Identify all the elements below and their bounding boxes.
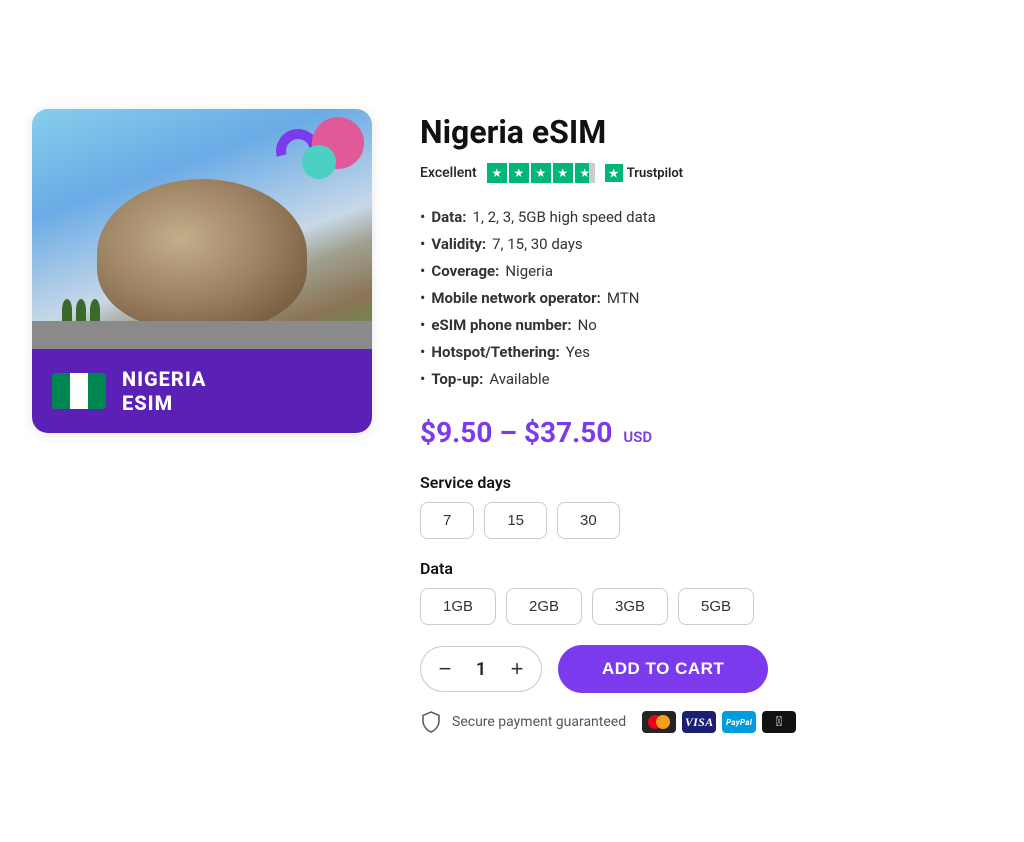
features-list: Data: 1, 2, 3, 5GB high speed data Valid… [420, 203, 992, 392]
flag-banner: NIGERIA ESIM [32, 349, 372, 433]
road-decoration [32, 321, 372, 349]
feature-operator-key: Mobile network operator: [431, 289, 600, 307]
quantity-decrease-button[interactable]: − [425, 647, 465, 691]
price-currency: USD [623, 428, 652, 446]
mastercard-icon [642, 711, 676, 733]
data-label: Data [420, 559, 992, 578]
feature-validity-val: 7, 15, 30 days [492, 235, 583, 253]
feature-topup-key: Top-up: [431, 370, 483, 388]
service-day-15[interactable]: 15 [484, 502, 547, 539]
trustpilot-star-icon: ★ [605, 164, 623, 182]
feature-phone-number: eSIM phone number: No [420, 311, 992, 338]
product-container: NIGERIA ESIM Nigeria eSIM Excellent ★ ★ … [32, 109, 992, 733]
deco-circle-teal [302, 145, 336, 179]
trustpilot-row: Excellent ★ ★ ★ ★ ★ ★ Trustpilot [420, 163, 992, 183]
apple-pay-icon:  [762, 711, 796, 733]
feature-validity-key: Validity: [431, 235, 486, 253]
feature-coverage-key: Coverage: [431, 262, 499, 280]
product-photo [32, 109, 372, 349]
data-1gb[interactable]: 1GB [420, 588, 496, 625]
flag-stripe-right [88, 373, 106, 409]
feature-hotspot: Hotspot/Tethering: Yes [420, 338, 992, 365]
feature-hotspot-val: Yes [566, 343, 590, 361]
rock-decoration [97, 179, 307, 329]
service-days-label: Service days [420, 473, 992, 492]
flag-stripe-left [52, 373, 70, 409]
price-row: $9.50 – $37.50 USD [420, 416, 992, 449]
flag-stripe-center [70, 373, 88, 409]
product-image-wrap: NIGERIA ESIM [32, 109, 372, 433]
quantity-increase-button[interactable]: + [497, 647, 537, 691]
feature-phone-val: No [578, 316, 597, 334]
star-1: ★ [487, 163, 507, 183]
data-5gb[interactable]: 5GB [678, 588, 754, 625]
feature-data-val: 1, 2, 3, 5GB high speed data [473, 208, 656, 226]
service-days-section: Service days 7 15 30 [420, 473, 992, 539]
flag-title-line2: ESIM [122, 391, 206, 415]
service-days-buttons: 7 15 30 [420, 502, 992, 539]
visa-icon: VISA [682, 711, 716, 733]
feature-operator-val: MTN [607, 289, 640, 307]
star-4: ★ [553, 163, 573, 183]
service-day-30[interactable]: 30 [557, 502, 620, 539]
cart-row: − 1 + ADD TO CART [420, 645, 992, 693]
trustpilot-label: Excellent [420, 165, 477, 181]
feature-phone-key: eSIM phone number: [431, 316, 571, 334]
data-section: Data 1GB 2GB 3GB 5GB [420, 559, 992, 625]
feature-validity: Validity: 7, 15, 30 days [420, 230, 992, 257]
payment-icons: VISA PayPal  [642, 711, 796, 733]
price-min: $9.50 [420, 416, 492, 449]
price-separator: – [499, 416, 524, 449]
nigeria-flag [52, 373, 106, 409]
add-to-cart-button[interactable]: ADD TO CART [558, 645, 768, 693]
service-day-7[interactable]: 7 [420, 502, 474, 539]
feature-operator: Mobile network operator: MTN [420, 284, 992, 311]
star-2: ★ [509, 163, 529, 183]
data-2gb[interactable]: 2GB [506, 588, 582, 625]
quantity-value: 1 [465, 659, 497, 680]
feature-hotspot-key: Hotspot/Tethering: [431, 343, 559, 361]
data-buttons: 1GB 2GB 3GB 5GB [420, 588, 992, 625]
feature-topup: Top-up: Available [420, 365, 992, 392]
data-3gb[interactable]: 3GB [592, 588, 668, 625]
trustpilot-platform: Trustpilot [627, 166, 683, 181]
trustpilot-logo: ★ Trustpilot [605, 164, 683, 182]
product-title: Nigeria eSIM [420, 113, 992, 151]
feature-data: Data: 1, 2, 3, 5GB high speed data [420, 203, 992, 230]
feature-topup-val: Available [489, 370, 549, 388]
flag-title-line1: NIGERIA [122, 367, 206, 391]
secure-payment-row: Secure payment guaranteed VISA PayPal  [420, 711, 992, 733]
product-info: Nigeria eSIM Excellent ★ ★ ★ ★ ★ ★ Trust… [420, 109, 992, 733]
flag-title: NIGERIA ESIM [122, 367, 206, 415]
feature-data-key: Data: [431, 208, 466, 226]
price-max: $37.50 [524, 416, 612, 449]
feature-coverage: Coverage: Nigeria [420, 257, 992, 284]
price-range: $9.50 – $37.50 [420, 416, 619, 449]
paypal-icon: PayPal [722, 711, 756, 733]
feature-coverage-val: Nigeria [505, 262, 553, 280]
secure-payment-label: Secure payment guaranteed [452, 714, 626, 730]
quantity-control: − 1 + [420, 646, 542, 692]
star-3: ★ [531, 163, 551, 183]
shield-icon [420, 711, 442, 733]
stars-container: ★ ★ ★ ★ ★ [487, 163, 595, 183]
star-5-half: ★ [575, 163, 595, 183]
trees-decoration [62, 299, 100, 321]
